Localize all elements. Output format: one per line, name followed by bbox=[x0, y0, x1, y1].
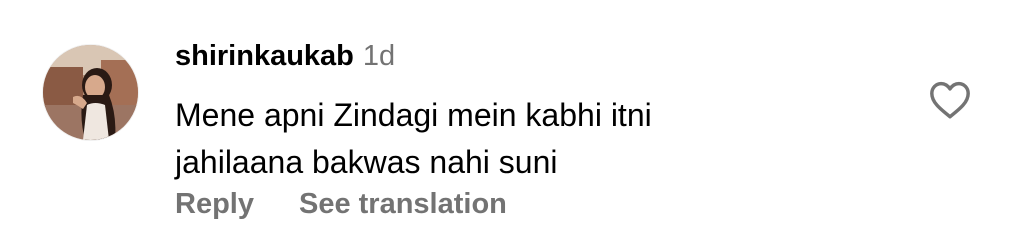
comment-header: shirinkaukab 1d bbox=[175, 40, 395, 80]
comment-text: Mene apni Zindagi mein kabhi itni jahila… bbox=[175, 92, 875, 186]
profile-photo bbox=[43, 45, 138, 140]
see-translation-button[interactable]: See translation bbox=[299, 188, 507, 221]
reply-button[interactable]: Reply bbox=[175, 188, 254, 221]
comment-text-line: Mene apni Zindagi mein kabhi itni bbox=[175, 97, 652, 133]
like-button[interactable] bbox=[928, 80, 972, 120]
comment-text-line: jahilaana bakwas nahi suni bbox=[175, 144, 558, 180]
comment-actions: Reply See translation bbox=[175, 188, 507, 221]
username[interactable]: shirinkaukab bbox=[175, 40, 354, 73]
avatar[interactable] bbox=[43, 45, 138, 140]
comment-item: shirinkaukab 1d Mene apni Zindagi mein k… bbox=[0, 0, 1024, 240]
heart-outline-icon bbox=[930, 81, 970, 119]
timestamp: 1d bbox=[362, 40, 396, 72]
